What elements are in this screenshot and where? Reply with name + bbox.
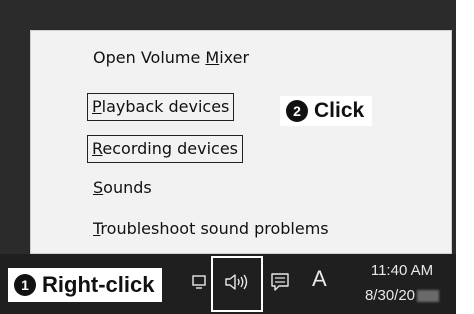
speaker-tray-button[interactable] <box>211 256 263 312</box>
step-1-label: Right-click <box>42 272 155 297</box>
step-2-callout: 2 Click <box>280 96 373 126</box>
ime-indicator[interactable]: A <box>312 266 327 292</box>
step-1-number: 1 <box>14 274 36 296</box>
volume-context-menu: Open Volume Mixer Playback devices Recor… <box>30 30 452 254</box>
speaker-icon <box>224 273 250 295</box>
action-center-icon[interactable] <box>270 272 290 292</box>
screenshot: Open Volume Mixer Playback devices Recor… <box>0 0 474 314</box>
clock-date: 8/30/20 <box>354 283 450 308</box>
page-margin <box>456 0 474 314</box>
menu-item-troubleshoot[interactable]: Troubleshoot sound problems <box>93 219 329 239</box>
clock[interactable]: 11:40 AM 8/30/20 <box>354 258 450 308</box>
clock-time: 11:40 AM <box>370 262 434 279</box>
menu-item-recording-devices[interactable]: Recording devices <box>87 135 244 163</box>
blurred-region <box>417 290 440 303</box>
step-1-callout: 1 Right-click <box>8 268 163 302</box>
menu-item-sounds[interactable]: Sounds <box>93 178 152 198</box>
step-2-number: 2 <box>286 100 308 122</box>
menu-item-playback-devices[interactable]: Playback devices <box>87 93 235 121</box>
network-icon[interactable] <box>192 274 206 290</box>
step-2-label: Click <box>314 99 365 122</box>
menu-item-open-volume-mixer[interactable]: Open Volume Mixer <box>93 48 249 68</box>
